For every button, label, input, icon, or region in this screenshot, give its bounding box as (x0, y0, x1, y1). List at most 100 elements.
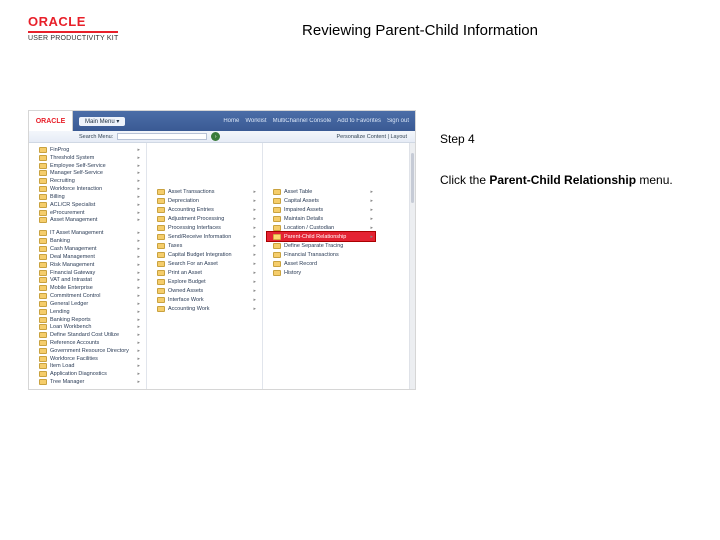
menu-item[interactable]: IT Asset Management▸ (33, 230, 142, 238)
menu-item[interactable]: Government Resource Directory▸ (33, 347, 142, 355)
menu-item[interactable]: Billing▸ (33, 193, 142, 201)
menu-item[interactable]: Reference Accounts▸ (33, 339, 142, 347)
menu-item-label: Lending (50, 309, 70, 315)
menu-item[interactable]: Capital Budget Integration▸ (151, 250, 258, 259)
caret-right-icon: ▸ (253, 306, 258, 312)
menu-item[interactable]: Search For an Asset▸ (151, 259, 258, 268)
menu-item[interactable]: Loan Workbench▸ (33, 323, 142, 331)
menu-item[interactable]: Parent-Child Relationship▸ (267, 232, 375, 241)
menu-item[interactable]: Depreciation▸ (151, 196, 258, 205)
menu-item[interactable]: Recruiting▸ (33, 177, 142, 185)
search-input[interactable] (117, 133, 207, 140)
menu-item-label: History (284, 270, 301, 276)
menu-item[interactable]: Accounting Work▸ (151, 304, 258, 313)
menu-item[interactable]: Risk Management▸ (33, 261, 142, 269)
menu-item[interactable]: ACL/CR Specialist▸ (33, 201, 142, 209)
menu-item[interactable]: Asset Transactions▸ (151, 187, 258, 196)
instruction-panel: Step 4 Click the Parent-Child Relationsh… (440, 130, 690, 190)
folder-icon (39, 379, 47, 385)
menu-item[interactable]: Asset Management▸ (33, 216, 142, 224)
menu-item[interactable]: Maintain Details▸ (267, 214, 375, 223)
instruction-bold: Parent-Child Relationship (489, 173, 636, 187)
menu-item[interactable]: Mobile Enterprise▸ (33, 284, 142, 292)
menu-item-label: Maintain Details (284, 216, 323, 222)
top-nav-link[interactable]: Worklist (245, 118, 266, 124)
menu-item[interactable]: Print an Asset▸ (151, 268, 258, 277)
top-nav-link[interactable]: Sign out (387, 118, 409, 124)
menu-item[interactable]: FinProg▸ (33, 146, 142, 154)
menu-item[interactable]: Explore Budget▸ (151, 277, 258, 286)
caret-right-icon: ▸ (137, 324, 142, 330)
caret-right-icon: ▸ (370, 207, 375, 213)
instruction-text: Click the Parent-Child Relationship menu… (440, 171, 690, 190)
menu-item[interactable]: Item Load▸ (33, 363, 142, 371)
menu-item[interactable]: Accounting Entries▸ (151, 205, 258, 214)
breadcrumb[interactable]: Main Menu ▾ (79, 117, 125, 126)
menu-item[interactable]: Threshold System▸ (33, 154, 142, 162)
folder-icon (157, 216, 165, 222)
menu-item[interactable]: Tree Manager▸ (33, 378, 142, 386)
menu-item[interactable]: Workforce Interaction▸ (33, 185, 142, 193)
folder-icon (157, 306, 165, 312)
menu-col-2: Asset Transactions▸Depreciation▸Accounti… (147, 143, 263, 389)
top-nav-link[interactable]: MultiChannel Console (273, 118, 332, 124)
menu-item-label: Manager Self-Service (50, 170, 103, 176)
menu-item[interactable]: General Ledger▸ (33, 300, 142, 308)
folder-icon (273, 270, 281, 276)
caret-right-icon: ▸ (253, 198, 258, 204)
caret-right-icon: ▸ (137, 238, 142, 244)
folder-icon (39, 293, 47, 299)
folder-icon (39, 230, 47, 236)
menu-item[interactable]: Banking▸ (33, 237, 142, 245)
menu-item[interactable]: Send/Receive Information▸ (151, 232, 258, 241)
menu-item[interactable]: Define Standard Cost Utilize▸ (33, 331, 142, 339)
menu-item[interactable]: Define Separate Tracing (267, 241, 375, 250)
brand-sub: USER PRODUCTIVITY KIT (28, 35, 118, 42)
menu-item[interactable]: Taxes▸ (151, 241, 258, 250)
caret-right-icon: ▸ (137, 301, 142, 307)
folder-icon (39, 356, 47, 362)
menu-item[interactable]: Deal Management▸ (33, 253, 142, 261)
scrollbar-thumb[interactable] (411, 153, 414, 203)
caret-right-icon: ▸ (137, 155, 142, 161)
folder-icon (157, 225, 165, 231)
menu-item[interactable]: Application Diagnostics▸ (33, 370, 142, 378)
menu-item[interactable]: Commitment Control▸ (33, 292, 142, 300)
menu-item[interactable]: Financial Transactions (267, 250, 375, 259)
menu-item[interactable]: Adjustment Processing▸ (151, 214, 258, 223)
folder-icon (39, 202, 47, 208)
menu-item[interactable]: Processing Interfaces▸ (151, 223, 258, 232)
folder-icon (39, 340, 47, 346)
menu-item[interactable]: Asset Record (267, 259, 375, 268)
menu-item[interactable]: Asset Table▸ (267, 187, 375, 196)
menu-item[interactable]: eProcurement▸ (33, 209, 142, 217)
step-label: Step 4 (440, 130, 690, 149)
menu-col-3: Asset Table▸Capital Assets▸Impaired Asse… (263, 143, 379, 389)
folder-icon (273, 243, 281, 249)
folder-icon (39, 285, 47, 291)
folder-icon (39, 317, 47, 323)
menu-item[interactable]: VAT and Intrastat▸ (33, 276, 142, 284)
menu-item[interactable]: History (267, 268, 375, 277)
search-go-icon[interactable]: › (211, 132, 220, 141)
menu-item[interactable]: Manager Self-Service▸ (33, 169, 142, 177)
personalize-link[interactable]: Personalize Content | Layout (336, 134, 415, 140)
top-nav-link[interactable]: Add to Favorites (337, 118, 381, 124)
menu-item[interactable]: Interface Work▸ (151, 295, 258, 304)
folder-icon (273, 189, 281, 195)
top-nav-link[interactable]: Home (223, 118, 239, 124)
caret-right-icon: ▸ (253, 279, 258, 285)
menu-item[interactable]: Impaired Assets▸ (267, 205, 375, 214)
caret-right-icon: ▸ (137, 293, 142, 299)
menu-item[interactable]: Lending▸ (33, 308, 142, 316)
scrollbar-vertical[interactable] (409, 143, 415, 389)
menu-item[interactable]: Employee Self-Service▸ (33, 162, 142, 170)
menu-item-label: Application Diagnostics (50, 371, 107, 377)
menu-item[interactable]: Financial Gateway▸ (33, 269, 142, 277)
menu-item[interactable]: Owned Assets▸ (151, 286, 258, 295)
menu-item[interactable]: Capital Assets▸ (267, 196, 375, 205)
menu-item[interactable]: Cash Management▸ (33, 245, 142, 253)
menu-item[interactable]: Location / Custodian▸ (267, 223, 375, 232)
menu-item[interactable]: Banking Reports▸ (33, 316, 142, 324)
menu-item[interactable]: Workforce Facilities▸ (33, 355, 142, 363)
